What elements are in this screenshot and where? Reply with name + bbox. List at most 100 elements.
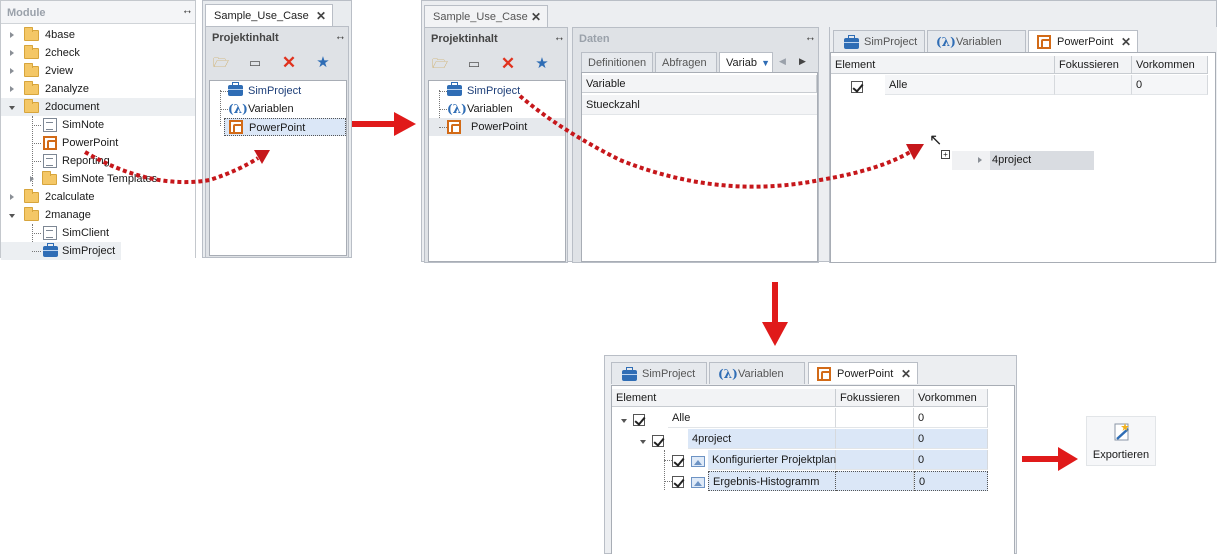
close-icon[interactable]: ✕ [316, 5, 326, 27]
folder-open-icon [24, 99, 39, 113]
tree-item-2document[interactable]: 2document [1, 98, 195, 116]
rename-icon[interactable]: ▭ [246, 55, 264, 71]
tree-item-simnote-templates[interactable]: SimNote Templates [1, 170, 195, 188]
favorite-star-icon[interactable]: ★ [533, 56, 551, 72]
ppt-grid: Element Fokussieren Vorkommen Alle 0 ↖ +… [830, 52, 1216, 263]
arrow-shaft-right-2 [1022, 456, 1060, 462]
drop-plus-icon: + [941, 150, 950, 159]
col-element[interactable]: Element [831, 56, 1055, 74]
close-icon[interactable]: ✕ [1121, 31, 1131, 53]
module-panel-header: Module [7, 7, 46, 19]
scroll-right-icon[interactable]: ▶ [799, 56, 806, 67]
cell-fokussieren[interactable] [1055, 75, 1132, 95]
expand-arrow-icon[interactable] [10, 68, 14, 74]
col-fokussieren[interactable]: Fokussieren [836, 389, 914, 407]
arrow-head-right-1 [394, 112, 416, 136]
tree-item-2analyze[interactable]: 2analyze [1, 80, 195, 98]
tab-powerpoint[interactable]: PowerPoint ✕ [808, 362, 918, 384]
tree-item-simnote[interactable]: SimNote [1, 116, 195, 134]
module-tree: 4base 2check 2view 2analyze 2document Si… [1, 23, 195, 260]
delete-icon[interactable]: ✕ [280, 54, 298, 71]
tree-item-2view[interactable]: 2view [1, 62, 195, 80]
tab-sample-use-case[interactable]: Sample_Use_Case ✕ [205, 4, 333, 26]
powerpoint-icon [43, 136, 57, 150]
grid-row-stueckzahl[interactable]: Stueckzahl [582, 95, 817, 115]
expand-arrow-icon[interactable] [10, 86, 14, 92]
collapse-arrow-icon[interactable] [9, 106, 15, 110]
dropdown-arrow-icon[interactable]: ▼ [761, 53, 770, 72]
folder-icon [24, 63, 39, 77]
tree-item-powerpoint[interactable]: PowerPoint [1, 134, 195, 152]
cell-element-4project: 4project [688, 429, 836, 449]
tree-item-2manage[interactable]: 2manage [1, 206, 195, 224]
checkbox-alle[interactable] [851, 81, 863, 93]
sample-use-case-panel: Sample_Use_Case ✕ Projektinhalt ⭤ 🗁 ▭ ✕ … [202, 0, 352, 258]
expand-arrow-icon[interactable] [30, 176, 34, 182]
checkbox-4project[interactable] [652, 435, 664, 447]
collapse-arrow-icon[interactable] [9, 214, 15, 218]
pin-icon[interactable]: ⭤ [556, 33, 563, 44]
tree-item-4base[interactable]: 4base [1, 26, 195, 44]
cursor-arrow-icon: ↖ [929, 132, 943, 149]
col-vorkommen[interactable]: Vorkommen [1132, 56, 1208, 74]
pin-icon[interactable]: ⭤ [184, 6, 191, 17]
col-element[interactable]: Element [612, 389, 836, 407]
collapse-arrow-icon[interactable] [640, 440, 646, 444]
col-fokussieren[interactable]: Fokussieren [1055, 56, 1132, 74]
rename-icon[interactable]: ▭ [465, 56, 483, 72]
export-button[interactable]: Exportieren [1086, 416, 1156, 466]
image-icon [691, 456, 705, 467]
checkbox-projektplan[interactable] [672, 455, 684, 467]
open-folder-icon[interactable]: 🗁 [431, 56, 449, 72]
close-icon[interactable]: ✕ [531, 6, 541, 28]
folder-icon [24, 45, 39, 59]
collapse-arrow-icon[interactable] [621, 419, 627, 423]
project-icon [43, 243, 58, 257]
folder-icon [42, 171, 57, 185]
tab-abfragen[interactable]: Abfragen [655, 52, 717, 72]
tree-item-simclient[interactable]: SimClient [1, 224, 195, 242]
close-icon[interactable]: ✕ [901, 363, 911, 385]
powerpoint-panel-result: SimProject (λ) Variablen PowerPoint ✕ El… [604, 355, 1017, 554]
scroll-left-icon[interactable]: ◀ [779, 56, 786, 67]
sample-use-case-panel-2: Sample_Use_Case ✕ Projektinhalt ⭤ 🗁 ▭ ✕ … [421, 0, 1217, 263]
project-item-simproject[interactable]: SimProject [429, 82, 565, 100]
delete-icon[interactable]: ✕ [499, 55, 517, 72]
image-icon [691, 477, 705, 488]
expand-arrow-icon[interactable] [10, 50, 14, 56]
col-vorkommen[interactable]: Vorkommen [914, 389, 988, 407]
project-icon [844, 35, 859, 49]
expand-arrow-icon[interactable] [10, 194, 14, 200]
expand-arrow-icon[interactable] [10, 32, 14, 38]
powerpoint-icon [447, 120, 461, 134]
tab-simproject[interactable]: SimProject [611, 362, 707, 384]
arrow-shaft-down [772, 282, 778, 324]
project-item-powerpoint[interactable]: PowerPoint [224, 118, 346, 136]
arrow-head-right-2 [1058, 447, 1078, 471]
pin-icon[interactable]: ⭤ [337, 32, 344, 43]
project-item-powerpoint[interactable]: PowerPoint [429, 118, 565, 136]
project-tree: SimProject (λ) Variablen PowerPoint [209, 80, 347, 256]
tree-item-simproject[interactable]: SimProject [1, 242, 121, 260]
favorite-star-icon[interactable]: ★ [314, 55, 332, 71]
tab-powerpoint[interactable]: PowerPoint ✕ [1028, 30, 1138, 52]
drag-ghost-4project: 4project [952, 151, 1094, 170]
open-folder-icon[interactable]: 🗁 [212, 55, 230, 71]
tree-item-2calculate[interactable]: 2calculate [1, 188, 195, 206]
project-item-variablen[interactable]: (λ) Variablen [210, 100, 346, 118]
tree-item-reporting[interactable]: Reporting [1, 152, 195, 170]
report-icon [43, 154, 57, 168]
checkbox-histogramm[interactable] [672, 476, 684, 488]
tab-variablen[interactable]: (λ) Variablen [927, 30, 1026, 52]
tab-variablen[interactable]: Variab ▼ [719, 52, 773, 72]
tab-simproject[interactable]: SimProject [833, 30, 925, 52]
pin-icon[interactable]: ⭤ [807, 33, 814, 44]
powerpoint-icon [817, 367, 831, 381]
checkbox-alle[interactable] [633, 414, 645, 426]
tab-definitionen[interactable]: Definitionen [581, 52, 653, 72]
tree-item-2check[interactable]: 2check [1, 44, 195, 62]
project-item-variablen[interactable]: (λ) Variablen [429, 100, 565, 118]
tab-sample-use-case[interactable]: Sample_Use_Case ✕ [424, 5, 548, 27]
project-item-simproject[interactable]: SimProject [210, 82, 346, 100]
tab-variablen[interactable]: (λ) Variablen [709, 362, 805, 384]
